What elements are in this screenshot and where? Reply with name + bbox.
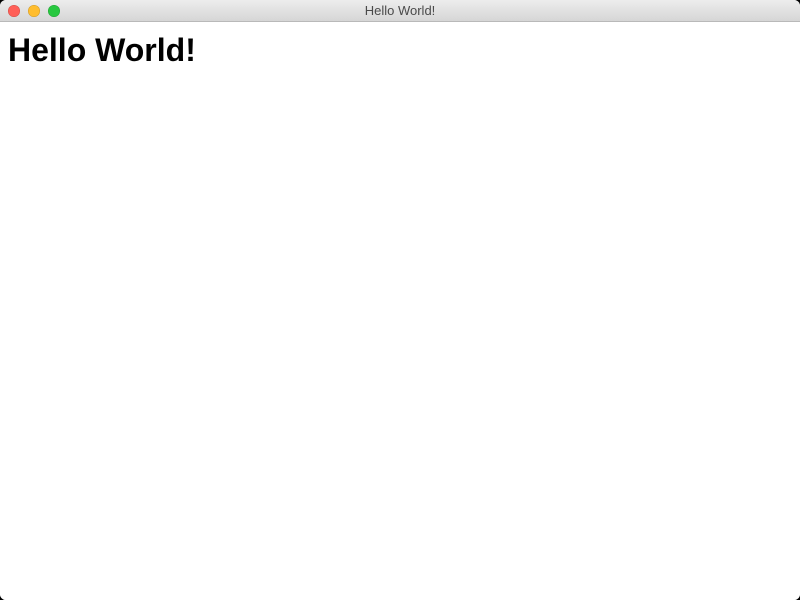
titlebar[interactable]: Hello World! <box>0 0 800 22</box>
app-window: Hello World! Hello World! <box>0 0 800 600</box>
window-controls <box>0 0 60 21</box>
close-icon[interactable] <box>8 5 20 17</box>
page-heading: Hello World! <box>8 32 792 69</box>
zoom-icon[interactable] <box>48 5 60 17</box>
window-title: Hello World! <box>0 0 800 22</box>
minimize-icon[interactable] <box>28 5 40 17</box>
content-area: Hello World! <box>0 22 800 600</box>
